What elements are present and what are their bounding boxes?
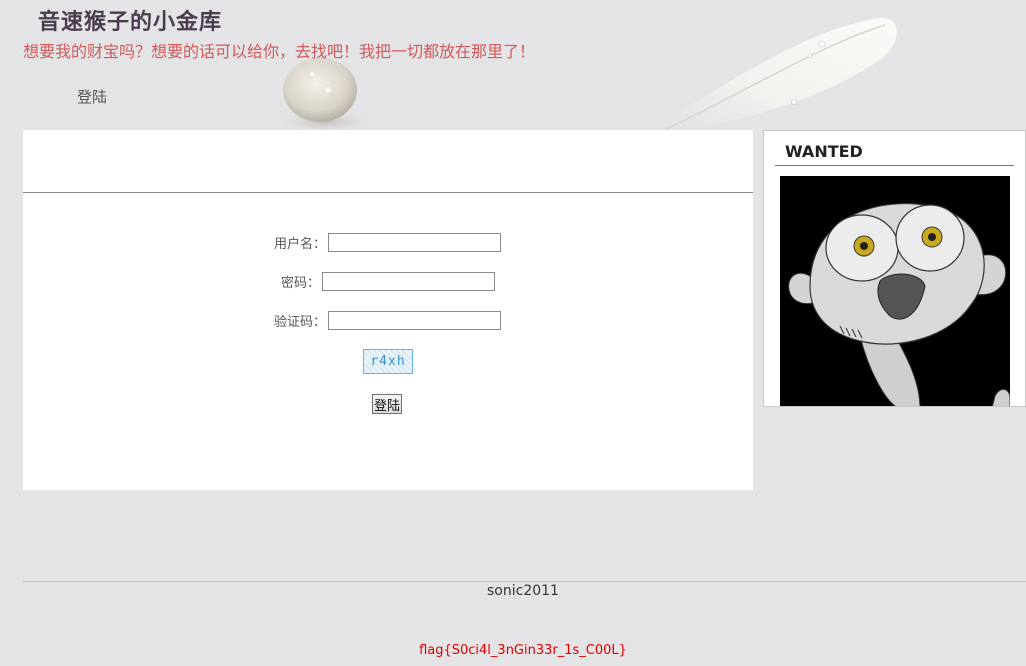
username-row: 用户名： xyxy=(274,233,502,252)
panel-divider xyxy=(23,192,753,193)
password-row: 密码： xyxy=(281,272,496,291)
login-submit-button[interactable]: 登陆 xyxy=(372,394,403,414)
site-title: 音速猴子的小金库 xyxy=(38,10,223,35)
username-input[interactable] xyxy=(328,233,502,252)
footer-divider xyxy=(23,581,1026,582)
site-subtitle: 想要我的财宝吗？想要的话可以给你，去找吧！我把一切都放在那里了！ xyxy=(23,42,536,61)
login-panel: 用户名： 密码： 验证码： r4xh 登陆 xyxy=(23,130,753,490)
password-input[interactable] xyxy=(322,272,496,291)
nav-login-link[interactable]: 登陆 xyxy=(77,86,107,107)
captcha-label: 验证码： xyxy=(274,315,327,330)
monkey-picture xyxy=(780,176,1010,406)
wanted-image xyxy=(780,176,1010,406)
wanted-sidebar: WANTED xyxy=(763,130,1026,407)
password-label: 密码： xyxy=(281,276,321,291)
wanted-title: WANTED xyxy=(785,142,863,161)
captcha-input[interactable] xyxy=(328,311,502,330)
wanted-title-underline xyxy=(775,165,1014,166)
footer-flag: flag{S0ci4l_3nGin33r_1s_C00L} xyxy=(419,643,627,658)
footer-author: sonic2011 xyxy=(487,583,559,599)
captcha-row: 验证码： xyxy=(274,311,502,330)
captcha-image[interactable]: r4xh xyxy=(363,349,413,374)
username-label: 用户名： xyxy=(274,237,327,252)
